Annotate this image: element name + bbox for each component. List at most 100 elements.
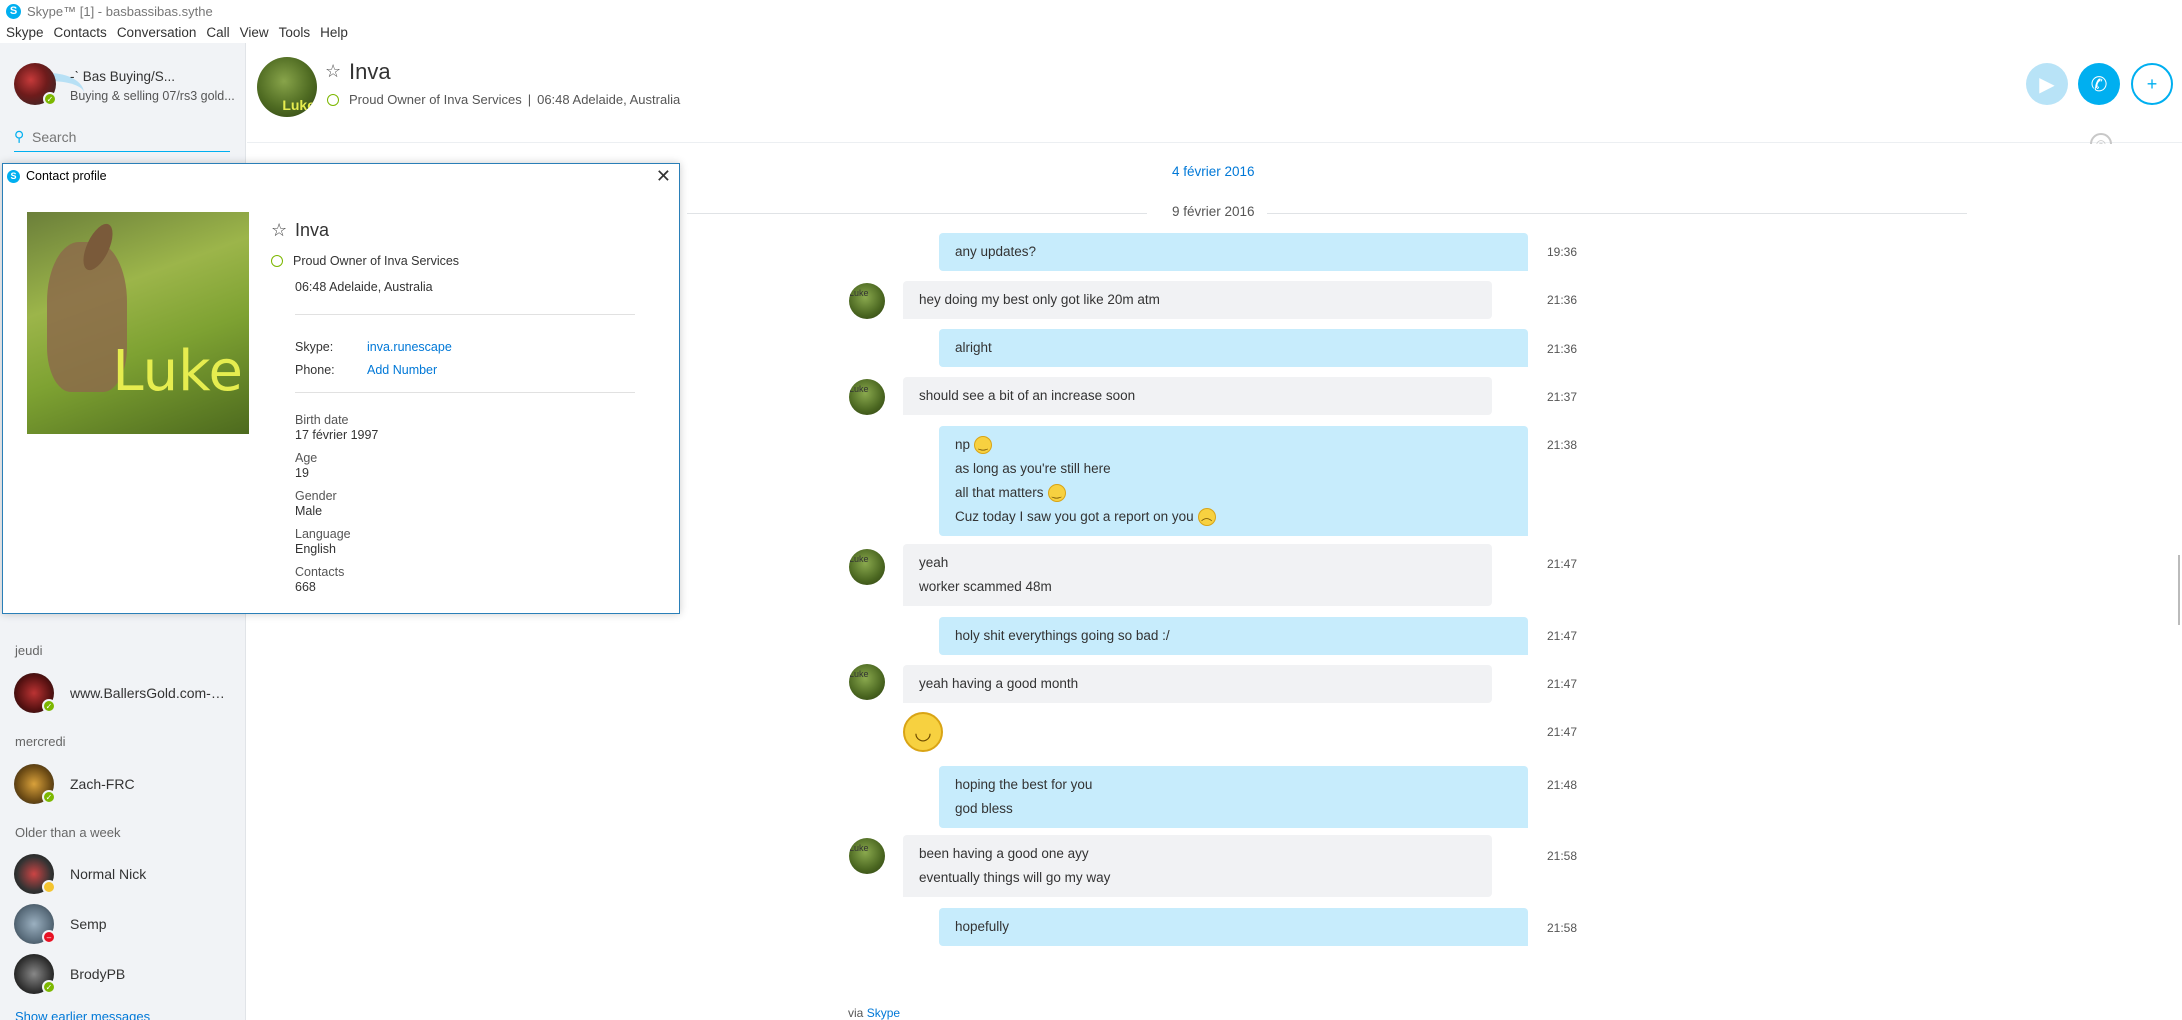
menu-help[interactable]: Help [320, 25, 348, 40]
recent-item-name: BrodyPB [70, 966, 126, 982]
recent-item[interactable]: ✓ www.BallersGold.com-The... [14, 671, 244, 715]
add-number-link[interactable]: Add Number [367, 363, 437, 377]
my-profile[interactable]: ✓ -ˋ Bas Buying/S... Buying & selling 07… [14, 63, 244, 123]
recent-item-name: Normal Nick [70, 866, 147, 882]
recent-item[interactable]: Normal Nick [14, 852, 244, 896]
avatar-text: Luke [282, 97, 315, 113]
call-button[interactable]: ✆ [2078, 63, 2120, 105]
contact-mood: Proud Owner of Inva Services [349, 92, 522, 107]
age-label: Age [295, 451, 318, 465]
sender-avatar[interactable]: Luke [849, 283, 885, 319]
favorite-star-icon[interactable]: ☆ [325, 61, 341, 82]
status-separator: | [527, 92, 532, 107]
gender-label: Gender [295, 489, 337, 503]
photo-text: Luke [112, 339, 243, 404]
divider [1267, 213, 1967, 214]
skype-logo-icon: S [6, 3, 21, 19]
search-box[interactable]: ⚲ [14, 122, 230, 152]
message-bubble-out[interactable]: np ‿ as long as you're still here all tha… [939, 426, 1528, 536]
message-time: 21:36 [1547, 293, 1578, 307]
recent-item[interactable]: – Semp [14, 902, 244, 946]
add-people-button[interactable]: + [2131, 63, 2173, 105]
menu-conversation[interactable]: Conversation [117, 25, 197, 40]
message-bubble-out[interactable]: hoping the best for you god bless [939, 766, 1528, 828]
message-time: 21:58 [1547, 921, 1578, 935]
message-time: 21:47 [1547, 629, 1578, 643]
close-icon[interactable]: ✕ [656, 166, 671, 187]
contact-avatar[interactable]: Luke [257, 57, 317, 117]
phone-call-icon: ✆ [2090, 73, 2108, 96]
date-separator: 9 février 2016 [1172, 204, 1255, 219]
message-time: 21:58 [1547, 849, 1578, 863]
sad-emoticon-icon: ︵ [1197, 508, 1216, 527]
my-mood: Buying & selling 07/rs3 gold... [70, 89, 235, 103]
recent-item[interactable]: ✓ BrodyPB [14, 952, 244, 996]
busy-status-icon: – [42, 930, 56, 944]
laughing-emoticon-icon: ‿ [974, 436, 993, 455]
message-bubble-in[interactable]: hey doing my best only got like 20m atm [903, 281, 1492, 319]
birth-date-label: Birth date [295, 413, 349, 427]
contacts-label: Contacts [295, 565, 345, 579]
message-time: 21:48 [1547, 778, 1578, 792]
contact-profile-dialog: S Contact profile ✕ Luke ☆ Inva Proud Ow… [2, 163, 680, 614]
message-bubble-in[interactable]: yeah worker scammed 48m [903, 544, 1492, 606]
profile-location: 06:48 Adelaide, Australia [295, 280, 433, 294]
favorite-star-icon[interactable]: ☆ [271, 220, 287, 241]
skype-logo-icon: S [7, 169, 20, 183]
conversation-header: Luke ☆ Inva Proud Owner of Inva Services… [247, 43, 2182, 143]
message-bubble-out[interactable]: alright [939, 329, 1528, 367]
menu-contacts[interactable]: Contacts [54, 25, 107, 40]
sender-avatar[interactable]: Luke [849, 838, 885, 874]
age-value: 19 [295, 466, 309, 480]
menu-call[interactable]: Call [206, 25, 229, 40]
message-bubble-in[interactable]: been having a good one ayy eventually th… [903, 835, 1492, 897]
sender-avatar[interactable]: Luke [849, 379, 885, 415]
window-title-bar: S Skype™ [1] - basbassibas.sythe [0, 0, 2182, 22]
language-label: Language [295, 527, 351, 541]
message-bubble-out[interactable]: hopefully [939, 908, 1528, 946]
dialog-title-bar[interactable]: S Contact profile [3, 164, 679, 188]
section-wednesday: mercredi [15, 734, 66, 749]
add-people-icon: + [2146, 73, 2158, 94]
message-time: 21:47 [1547, 677, 1578, 691]
menu-skype[interactable]: Skype [6, 25, 44, 40]
profile-mood-line: Proud Owner of Inva Services [271, 254, 459, 268]
divider [295, 314, 635, 315]
contact-location: 06:48 Adelaide, Australia [537, 92, 681, 107]
search-icon: ⚲ [14, 128, 25, 144]
video-call-button[interactable]: ▶ [2026, 63, 2068, 105]
skype-link[interactable]: Skype [867, 1006, 900, 1020]
section-thursday: jeudi [15, 643, 43, 658]
show-earlier-link[interactable]: Show earlier messages [15, 1009, 150, 1020]
date-separator[interactable]: 4 février 2016 [1172, 164, 1255, 179]
smile-emoticon-icon[interactable]: ◡ [903, 712, 943, 752]
message-time: 21:36 [1547, 342, 1578, 356]
online-status-icon: ✓ [42, 699, 56, 713]
message-time: 19:36 [1547, 245, 1578, 259]
message-bubble-out[interactable]: any updates? [939, 233, 1528, 271]
search-input[interactable] [32, 128, 212, 145]
sender-avatar[interactable]: Luke [849, 549, 885, 585]
section-older: Older than a week [15, 825, 121, 840]
scrollbar[interactable] [2178, 555, 2180, 625]
window-title: Skype™ [1] - basbassibas.sythe [27, 3, 213, 19]
message-bubble-out[interactable]: holy shit everythings going so bad :/ [939, 617, 1528, 655]
message-time: 21:37 [1547, 390, 1578, 404]
divider [295, 392, 635, 393]
menu-bar: Skype Contacts Conversation Call View To… [0, 22, 2182, 43]
message-time: 21:47 [1547, 725, 1578, 739]
menu-view[interactable]: View [240, 25, 269, 40]
message-bubble-in[interactable]: yeah having a good month [903, 665, 1492, 703]
skype-id-link[interactable]: inva.runescape [367, 340, 452, 354]
message-bubble-in[interactable]: should see a bit of an increase soon [903, 377, 1492, 415]
online-ring-icon [327, 93, 339, 106]
my-name: -ˋ Bas Buying/S... [70, 69, 176, 84]
contact-name[interactable]: Inva [349, 59, 391, 85]
recent-item[interactable]: ✓ Zach-FRC [14, 762, 244, 806]
laughing-emoticon-icon: ‿ [1047, 484, 1066, 503]
sender-avatar[interactable]: Luke [849, 664, 885, 700]
menu-tools[interactable]: Tools [279, 25, 311, 40]
birth-date-value: 17 février 1997 [295, 428, 379, 442]
dialog-title: Contact profile [26, 169, 107, 183]
video-call-icon: ▶ [2039, 73, 2055, 96]
